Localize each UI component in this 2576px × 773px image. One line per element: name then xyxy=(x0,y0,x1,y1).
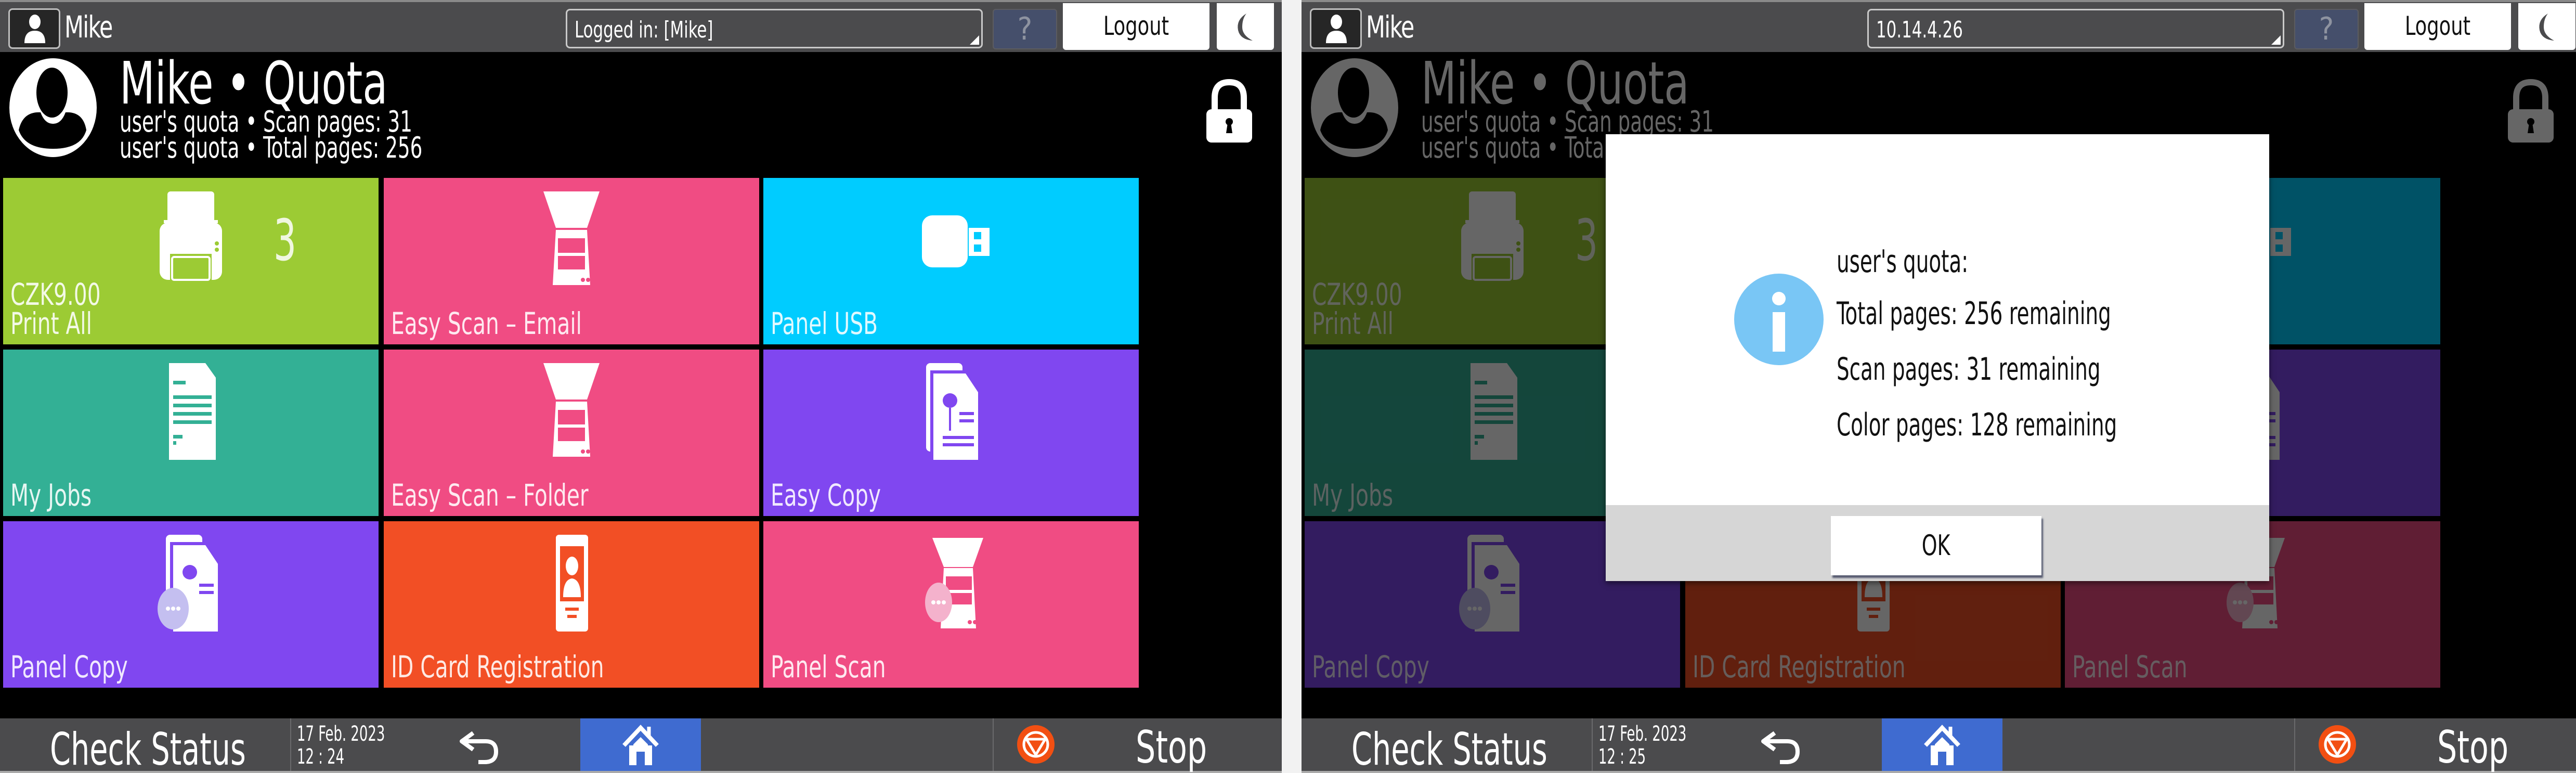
top-bar: Mike 10.14.4.26 ? Logout xyxy=(1302,0,2576,52)
user-icon xyxy=(1326,15,1347,43)
login-info-dropdown[interactable]: Logged in: [Mike] xyxy=(566,9,983,48)
help-button[interactable]: ? xyxy=(2294,9,2359,49)
tile-panel-usb[interactable]: Panel USB xyxy=(763,178,1139,344)
ok-label: OK xyxy=(1922,529,1950,562)
tile-label-text: Easy Scan – Folder xyxy=(391,478,589,513)
tile-label: Easy Scan – Email xyxy=(391,306,582,341)
login-info-value: Logged in: [Mike] xyxy=(575,17,713,43)
tile-print-all[interactable]: 3 CZK9.00Print All xyxy=(3,178,379,344)
tile-label-text: Easy Scan – Email xyxy=(391,306,582,341)
home-icon xyxy=(1924,725,1960,765)
tile-label: Panel Copy xyxy=(10,649,128,685)
topbar-user-name: Mike xyxy=(1366,9,1414,45)
tile-label: Panel Scan xyxy=(771,649,886,685)
check-status-button[interactable]: Check Status xyxy=(50,724,246,773)
home-screen: Mike Logged in: [Mike] ? Logout Mike • Q… xyxy=(0,0,1282,773)
moon-icon xyxy=(1238,14,1253,41)
ok-button[interactable]: OK xyxy=(1831,516,2041,575)
tile-label-text: Easy Copy xyxy=(771,478,881,513)
tile-label: ID Card Registration xyxy=(391,649,604,685)
divider xyxy=(993,718,994,771)
tile-label-text: Panel Scan xyxy=(771,649,886,685)
dialog-quota-line: Color pages: 128 remaining xyxy=(1837,407,2117,443)
back-icon[interactable] xyxy=(452,726,510,765)
job-count-badge: 3 xyxy=(274,207,297,274)
divider xyxy=(1592,718,1593,771)
avatar xyxy=(9,58,97,157)
dialog-heading: user's quota: xyxy=(1837,243,1969,280)
help-button[interactable]: ? xyxy=(993,9,1057,49)
divider xyxy=(290,718,291,771)
login-info-value: 10.14.4.26 xyxy=(1876,17,1963,43)
home-screen-with-quota-dialog: Mike 10.14.4.26 ? Logout Mike • Quota us… xyxy=(1302,0,2576,773)
logout-button[interactable]: Logout xyxy=(2364,3,2511,50)
tile-easy-copy[interactable]: Easy Copy xyxy=(763,350,1139,516)
scanner-icon xyxy=(519,363,623,462)
printer-icon xyxy=(139,191,243,290)
tile-panel-scan[interactable]: Panel Scan xyxy=(763,521,1139,688)
usb-icon xyxy=(899,191,1003,290)
time-text: 12 : 24 xyxy=(297,745,345,769)
tile-easy-scan-folder[interactable]: Easy Scan – Folder xyxy=(384,350,759,516)
panel-copy-icon xyxy=(139,535,243,634)
stop-button[interactable]: Stop xyxy=(2437,722,2508,773)
logout-button[interactable]: Logout xyxy=(1063,3,1209,50)
copy-icon xyxy=(899,363,1003,462)
lock-icon[interactable] xyxy=(1205,79,1253,145)
dialog-quota-line: Scan pages: 31 remaining xyxy=(1837,351,2101,388)
home-button[interactable] xyxy=(1882,718,2002,771)
moon-icon xyxy=(2539,14,2554,41)
stop-button[interactable]: Stop xyxy=(1136,722,1207,773)
tile-label-text: My Jobs xyxy=(10,478,92,513)
tile-price: CZK9.00 xyxy=(10,277,101,312)
bottom-bar: Check Status 17 Feb. 2023 12 : 25 Stop xyxy=(1302,718,2576,773)
tile-id-card-registration[interactable]: ID Card Registration xyxy=(384,521,759,688)
quota-dialog: user's quota: Total pages: 256 remaining S… xyxy=(1606,134,2269,581)
logout-label: Logout xyxy=(1103,11,1169,41)
document-icon xyxy=(139,363,243,462)
date-text: 17 Feb. 2023 xyxy=(297,722,385,746)
date-text: 17 Feb. 2023 xyxy=(1598,722,1687,746)
divider xyxy=(2294,718,2295,771)
panel-scan-icon xyxy=(899,535,1003,634)
tile-label: Easy Copy xyxy=(771,478,881,513)
bottom-bar: Check Status 17 Feb. 2023 12 : 24 Stop xyxy=(0,718,1282,773)
id-card-icon xyxy=(519,535,623,634)
home-button[interactable] xyxy=(580,718,701,771)
home-icon xyxy=(622,725,659,765)
top-bar: Mike Logged in: [Mike] ? Logout xyxy=(0,0,1282,52)
tile-my-jobs[interactable]: My Jobs xyxy=(3,350,379,516)
tile-panel-copy[interactable]: Panel Copy xyxy=(3,521,379,688)
tile-label: My Jobs xyxy=(10,478,92,513)
tile-label-text: ID Card Registration xyxy=(391,649,604,685)
check-status-button[interactable]: Check Status xyxy=(1351,724,1547,773)
user-button[interactable] xyxy=(8,8,60,49)
dialog-quota-line: Total pages: 256 remaining xyxy=(1837,295,2111,332)
user-icon xyxy=(24,15,45,43)
back-icon[interactable] xyxy=(1754,726,1811,765)
dropdown-corner-icon xyxy=(970,35,979,45)
info-icon xyxy=(1734,274,1824,365)
tile-label: CZK9.00Print All xyxy=(10,277,101,341)
total-quota-line: user's quota • Total pages: 256 xyxy=(120,131,423,165)
time-text: 12 : 25 xyxy=(1598,745,1646,769)
tile-label: Panel USB xyxy=(771,306,878,341)
scanner-icon xyxy=(519,191,623,290)
stop-icon[interactable] xyxy=(1017,725,1055,764)
datetime: 17 Feb. 2023 12 : 24 xyxy=(297,723,385,768)
datetime: 17 Feb. 2023 12 : 25 xyxy=(1598,723,1686,768)
tile-easy-scan-email[interactable]: Easy Scan – Email xyxy=(384,178,759,344)
dark-mode-button[interactable] xyxy=(2518,3,2575,50)
login-info-dropdown[interactable]: 10.14.4.26 xyxy=(1867,9,2284,48)
user-button[interactable] xyxy=(1310,8,1362,49)
tile-label-text: Panel Copy xyxy=(10,649,128,685)
tile-label: Easy Scan – Folder xyxy=(391,478,589,513)
tile-label-text: Print All xyxy=(10,306,92,341)
dark-mode-button[interactable] xyxy=(1217,3,1274,50)
dropdown-corner-icon xyxy=(2271,35,2281,45)
tile-label-text: Panel USB xyxy=(771,306,878,341)
topbar-user-name: Mike xyxy=(64,9,113,45)
logout-label: Logout xyxy=(2404,11,2471,41)
stop-icon[interactable] xyxy=(2318,725,2357,764)
